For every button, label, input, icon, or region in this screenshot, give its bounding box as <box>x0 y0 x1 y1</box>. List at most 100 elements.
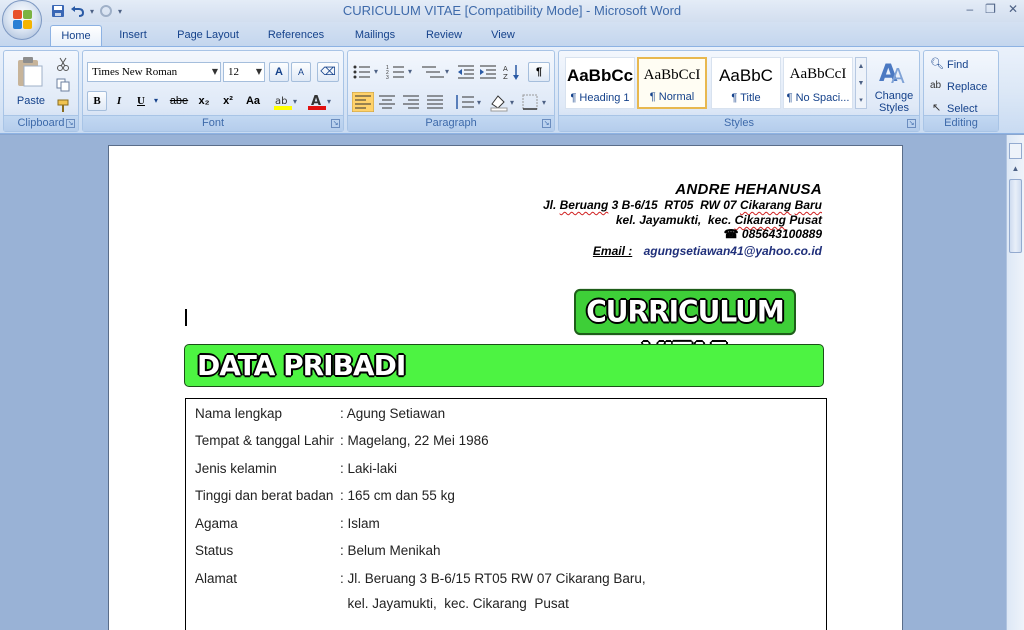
svg-text:▾: ▾ <box>510 98 514 107</box>
tab-insert[interactable]: Insert <box>108 25 158 46</box>
borders-icon[interactable]: ▾ <box>520 92 552 112</box>
decrease-indent-icon[interactable] <box>456 63 476 81</box>
font-color-icon[interactable]: A ▾ <box>307 93 335 111</box>
change-styles-button[interactable]: Change Styles <box>869 89 919 115</box>
tab-page-layout[interactable]: Page Layout <box>168 25 248 46</box>
underline-button[interactable]: U <box>131 91 151 111</box>
font-size-dropdown-icon: ▼ <box>255 67 262 76</box>
subscript-button[interactable]: x₂ <box>193 91 215 111</box>
row-value: : Agung Setiawan <box>340 406 446 421</box>
svg-text:▾: ▾ <box>293 97 297 106</box>
scroll-up-icon[interactable]: ▲ <box>1009 161 1022 177</box>
editing-group: 🔍︎ Find ab Replace ↖ Select Editing <box>923 50 999 132</box>
clipboard-launcher-icon[interactable]: ↘ <box>66 119 75 128</box>
minimize-button[interactable]: – <box>966 2 973 16</box>
align-left-icon[interactable] <box>352 92 374 112</box>
view-ruler-icon[interactable] <box>1009 143 1022 159</box>
select-cursor-icon: ↖ <box>932 102 942 114</box>
office-button[interactable] <box>2 0 42 40</box>
phone-icon: ☎ <box>723 227 739 241</box>
svg-text:▾: ▾ <box>477 98 481 107</box>
paragraph-label: Paragraph <box>348 115 554 131</box>
format-painter-icon[interactable] <box>56 99 70 113</box>
row-value: : Islam <box>340 516 380 531</box>
ribbon-tabs: Home Insert Page Layout References Maili… <box>0 22 1024 46</box>
email-address[interactable]: agungsetiawan41@yahoo.co.id <box>644 244 822 258</box>
cv-title-banner: CURRICULUM VITAE <box>574 288 796 371</box>
svg-text:▾: ▾ <box>327 97 331 106</box>
show-hide-marks-button[interactable]: ¶ <box>528 62 550 82</box>
font-family-value: Times New Roman <box>92 66 178 78</box>
line-spacing-icon[interactable]: ▾ <box>452 92 484 112</box>
italic-button[interactable]: I <box>109 91 129 111</box>
style-title-sample: AaBbC <box>719 66 773 85</box>
office-logo-icon <box>13 10 33 30</box>
underline-dropdown-icon[interactable]: ▾ <box>151 91 161 111</box>
section-title-banner: DATA PRIBADI <box>184 344 824 387</box>
paste-button[interactable]: Paste <box>8 91 54 111</box>
styles-group: AaBbCc ¶ Heading 1 AaBbCcI ¶ Normal AaBb… <box>558 50 920 132</box>
tab-view[interactable]: View <box>480 25 526 46</box>
ribbon: Paste Clipboard ↘ Times New Roman ▼ 12 ▼ A… <box>0 46 1024 134</box>
font-size-select[interactable]: 12 ▼ <box>223 62 265 82</box>
multilevel-list-icon[interactable]: ▾ <box>420 63 452 81</box>
row-value: : 165 cm dan 55 kg <box>340 488 455 503</box>
sort-icon[interactable]: AZ <box>502 63 522 81</box>
cut-icon[interactable] <box>56 57 70 71</box>
tab-home[interactable]: Home <box>50 25 102 46</box>
paragraph-launcher-icon[interactable]: ↘ <box>542 119 551 128</box>
tab-references[interactable]: References <box>258 25 334 46</box>
style-heading-1-name: ¶ Heading 1 <box>570 92 630 104</box>
numbering-icon[interactable]: 123▾ <box>386 63 416 81</box>
paste-icon[interactable] <box>14 56 44 88</box>
svg-text:▾: ▾ <box>408 67 412 76</box>
close-button[interactable]: ✕ <box>1008 2 1018 16</box>
row-value: kel. Jayamukti, kec. Cikarang Pusat <box>340 596 569 611</box>
scroll-thumb[interactable] <box>1009 179 1022 253</box>
svg-text:3: 3 <box>386 75 389 81</box>
font-group: Times New Roman ▼ 12 ▼ A A ⌫ B I U ▾ abe x… <box>82 50 344 132</box>
replace-button[interactable]: Replace <box>946 77 996 97</box>
copy-icon[interactable] <box>56 78 70 92</box>
styles-gallery-scroll[interactable]: ▲ ▼ ▾ <box>855 57 867 109</box>
restore-button[interactable]: ❐ <box>985 2 996 16</box>
title-bar: ▾ ▾ CURICULUM VITAE [Compatibility Mode]… <box>0 0 1024 40</box>
address-line-2: kel. Jayamukti, kec. Cikarang Pusat <box>616 213 822 227</box>
change-case-button[interactable]: Aa <box>241 91 265 111</box>
row-label: Agama <box>195 516 238 531</box>
tab-review[interactable]: Review <box>416 25 472 46</box>
justify-icon[interactable] <box>424 92 446 112</box>
style-title[interactable]: AaBbC ¶ Title <box>711 57 781 109</box>
style-no-spacing-sample: AaBbCcI <box>789 66 847 82</box>
vertical-scrollbar[interactable]: ▲ <box>1006 135 1024 630</box>
document-page[interactable]: ANDRE HEHANUSA Jl. Beruang 3 B-6/15 RT05… <box>108 145 903 630</box>
font-size-value: 12 <box>228 66 239 78</box>
text-highlight-icon[interactable]: ab ▾ <box>273 93 301 111</box>
font-launcher-icon[interactable]: ↘ <box>331 119 340 128</box>
grow-font-button[interactable]: A <box>269 62 289 82</box>
email-label: Email : <box>592 244 633 258</box>
tab-mailings[interactable]: Mailings <box>344 25 406 46</box>
svg-text:ab: ab <box>275 96 287 107</box>
address-line-2-prefix: kel. Jayamukti, kec. <box>615 213 735 227</box>
clear-formatting-icon[interactable]: ⌫ <box>317 62 339 82</box>
style-heading-1[interactable]: AaBbCc ¶ Heading 1 <box>565 57 635 109</box>
find-button[interactable]: Find <box>946 55 996 75</box>
bullets-icon[interactable]: ▾ <box>352 63 382 81</box>
personal-data-table: Nama lengkap : Agung Setiawan Tempat & t… <box>185 398 827 630</box>
style-normal[interactable]: AaBbCcI ¶ Normal <box>637 57 707 109</box>
paragraph-group: ▾ 1 2 3 ▾ ▾ AZ ¶ ▾ ▾ ▾ Paragraph ↘ <box>347 50 555 132</box>
increase-indent-icon[interactable] <box>478 63 498 81</box>
bold-button[interactable]: B <box>87 91 107 111</box>
shading-icon[interactable]: ▾ <box>488 92 518 112</box>
strikethrough-button[interactable]: abe <box>167 91 191 111</box>
shrink-font-button[interactable]: A <box>291 62 311 82</box>
styles-launcher-icon[interactable]: ↘ <box>907 119 916 128</box>
style-no-spacing[interactable]: AaBbCcI ¶ No Spaci... <box>783 57 853 109</box>
font-family-select[interactable]: Times New Roman ▼ <box>87 62 221 82</box>
change-styles-icon[interactable]: AA <box>877 57 909 87</box>
align-center-icon[interactable] <box>376 92 398 112</box>
superscript-button[interactable]: x² <box>217 91 239 111</box>
align-right-icon[interactable] <box>400 92 422 112</box>
text-cursor <box>185 309 187 326</box>
